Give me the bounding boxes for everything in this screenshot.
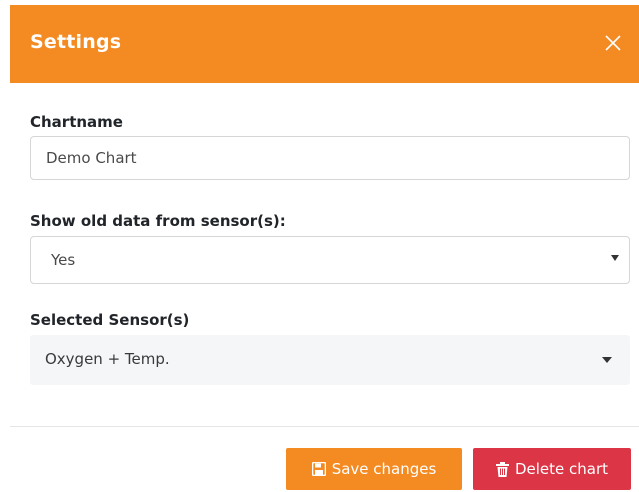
- close-icon: [605, 35, 621, 51]
- close-button[interactable]: [599, 29, 627, 57]
- save-changes-button[interactable]: Save changes: [286, 448, 462, 490]
- delete-chart-button[interactable]: Delete chart: [473, 448, 631, 490]
- delete-chart-label: Delete chart: [514, 460, 609, 478]
- chevron-down-icon: [611, 255, 619, 261]
- old-data-select[interactable]: Yes: [30, 236, 630, 284]
- dialog-header: Settings: [10, 5, 639, 83]
- old-data-selected: Yes: [51, 251, 76, 269]
- old-data-label: Show old data from sensor(s):: [30, 212, 286, 230]
- chartname-value: Demo Chart: [46, 149, 137, 167]
- footer-divider: [10, 426, 639, 427]
- chevron-down-icon: [602, 357, 612, 363]
- sensors-selected: Oxygen + Temp.: [45, 350, 170, 368]
- chartname-label: Chartname: [30, 113, 123, 131]
- sensors-select[interactable]: Oxygen + Temp.: [30, 335, 630, 385]
- chartname-field[interactable]: Demo Chart: [30, 136, 630, 180]
- sensors-label: Selected Sensor(s): [30, 311, 190, 329]
- save-changes-label: Save changes: [331, 460, 437, 478]
- dialog-title: Settings: [30, 31, 122, 53]
- floppy-disk-icon: [311, 462, 326, 476]
- trash-icon: [495, 461, 509, 477]
